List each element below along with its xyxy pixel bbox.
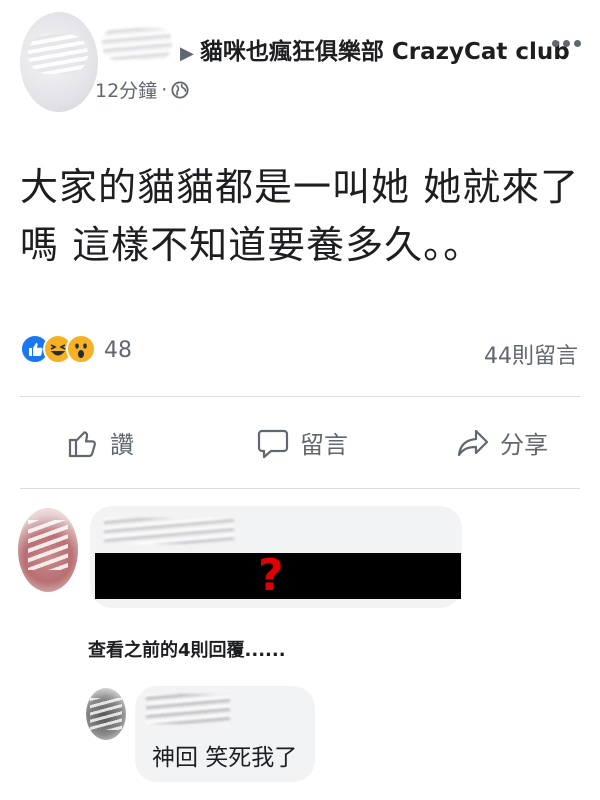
commenter-name-redacted <box>104 518 234 544</box>
post-text-line: 大家的貓貓都是一叫她 她就來了 <box>20 165 580 209</box>
share-button[interactable]: 分享 <box>456 425 548 460</box>
view-previous-replies-link[interactable]: 查看之前的4則回覆...... <box>88 636 286 662</box>
like-button[interactable]: 讚 <box>66 425 134 460</box>
like-label: 讚 <box>110 431 134 459</box>
wow-icon <box>66 334 96 364</box>
divider <box>20 488 580 489</box>
share-arrow-icon <box>457 429 489 456</box>
share-label: 分享 <box>500 431 548 459</box>
more-dot <box>552 40 559 47</box>
meta-separator: · <box>161 78 168 101</box>
arrow-right-icon: ▶ <box>180 43 194 64</box>
more-dot <box>574 40 581 47</box>
more-options-button[interactable] <box>552 40 581 47</box>
commenter-avatar[interactable] <box>18 508 78 592</box>
comment-button[interactable]: 留言 <box>256 425 348 460</box>
thumbs-up-icon <box>68 430 96 457</box>
post-body: 大家的貓貓都是一叫她 她就來了 嗎 這樣不知道要養多久。。 <box>20 158 580 274</box>
group-link[interactable]: ▶ 貓咪也瘋狂俱樂部 CrazyCat club <box>180 32 570 66</box>
reply-text: 神回 笑死我了 <box>152 745 298 771</box>
timestamp[interactable]: 12分鐘 <box>95 76 157 103</box>
comment-bubble-icon <box>257 429 289 458</box>
group-name: 貓咪也瘋狂俱樂部 CrazyCat club <box>199 39 570 65</box>
poster-avatar[interactable] <box>20 12 98 112</box>
reaction-count[interactable]: 48 <box>104 338 132 363</box>
post-text-line: 嗎 這樣不知道要養多久。。 <box>20 223 483 267</box>
post-meta: 12分鐘 · <box>95 76 189 103</box>
replier-name-redacted <box>146 694 230 724</box>
more-dot <box>563 40 570 47</box>
replier-avatar[interactable] <box>86 688 126 740</box>
reaction-icons[interactable] <box>20 334 96 364</box>
divider <box>20 396 580 397</box>
poster-name-redacted <box>102 28 172 60</box>
globe-icon <box>171 80 189 99</box>
question-mark: ? <box>258 550 284 601</box>
comment-count[interactable]: 44則留言 <box>484 338 578 370</box>
comment-label: 留言 <box>300 431 348 459</box>
